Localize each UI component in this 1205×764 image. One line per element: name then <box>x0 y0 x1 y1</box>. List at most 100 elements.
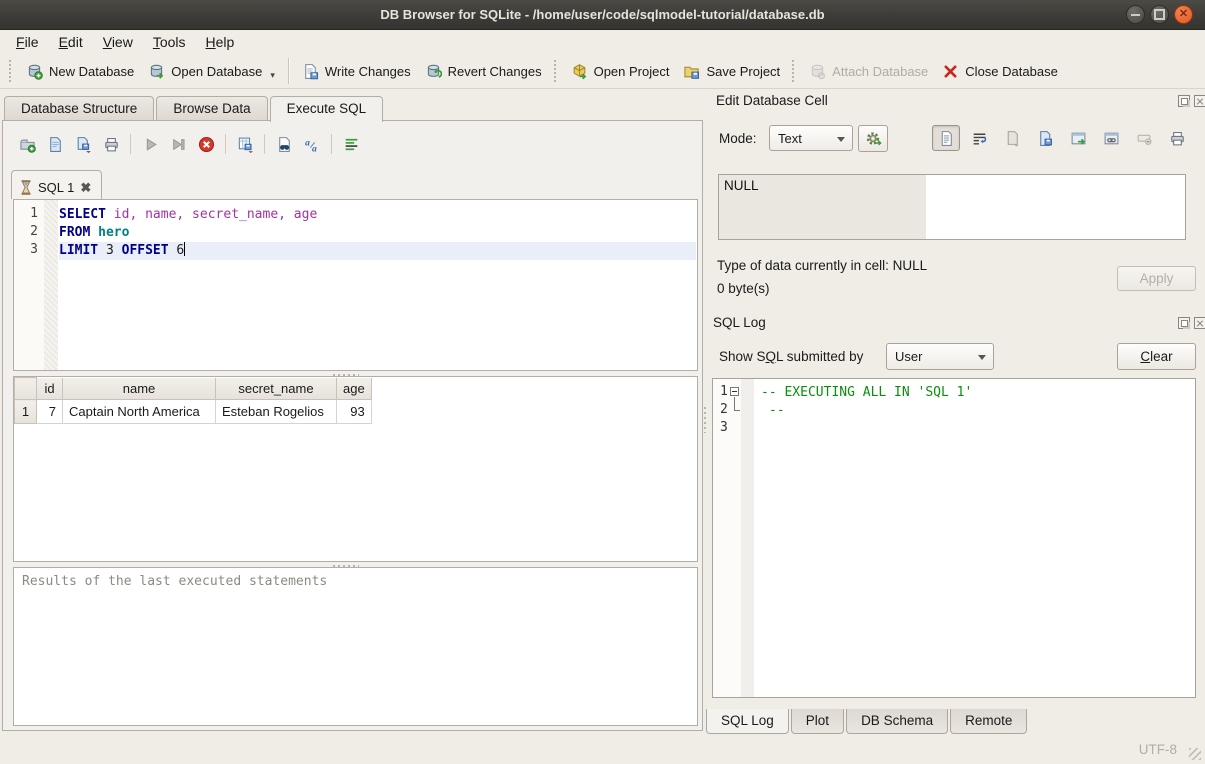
tab-execute-sql[interactable]: Execute SQL <box>270 96 384 122</box>
cell-value-editor[interactable]: NULL <box>718 174 1186 240</box>
mode-select[interactable]: Text <box>769 125 853 151</box>
word-wrap-icon <box>971 130 988 147</box>
open-database-icon <box>148 63 165 80</box>
dock-tab-bar: SQL Log Plot DB Schema Remote <box>706 709 1029 734</box>
float-dock-icon[interactable] <box>1178 317 1190 329</box>
column-header-id[interactable]: id <box>37 378 63 400</box>
code-line-2: FROM hero <box>59 224 696 242</box>
save-project-label: Save Project <box>706 64 780 79</box>
open-database-button[interactable]: Open Database ▾ <box>141 59 282 84</box>
fold-collapse-icon[interactable] <box>730 387 739 396</box>
save-project-button[interactable]: Save Project <box>676 59 787 84</box>
stop-execution-button[interactable] <box>194 132 218 156</box>
column-header-secret-name[interactable]: secret_name <box>216 378 337 400</box>
save-results-icon <box>237 136 254 153</box>
auto-format-button[interactable]: a a <box>300 132 324 156</box>
menu-help[interactable]: Help <box>196 31 245 53</box>
open-sql-file-button[interactable] <box>43 132 67 156</box>
toolbar-separator <box>130 134 131 154</box>
revert-changes-icon <box>425 63 442 80</box>
cell-name[interactable]: Captain North America <box>63 400 216 424</box>
close-dock-icon[interactable] <box>1194 95 1205 107</box>
table-row[interactable]: 1 7 Captain North America Esteban Rogeli… <box>15 400 372 424</box>
minimize-button[interactable] <box>1126 5 1145 24</box>
menu-tools[interactable]: Tools <box>143 31 196 53</box>
text-mode-button[interactable] <box>932 125 960 151</box>
open-external-icon <box>1070 130 1087 147</box>
print-cell-button[interactable] <box>1163 125 1191 151</box>
cell-secret-name[interactable]: Esteban Rogelios <box>216 400 337 424</box>
write-changes-label: Write Changes <box>325 64 411 79</box>
panel-splitter[interactable] <box>702 407 707 433</box>
revert-changes-button[interactable]: Revert Changes <box>418 59 549 84</box>
close-database-button[interactable]: Close Database <box>935 59 1065 84</box>
clear-log-button[interactable]: Clear <box>1117 343 1196 370</box>
tab-database-structure[interactable]: Database Structure <box>4 96 154 121</box>
word-wrap-button[interactable] <box>965 125 993 151</box>
row-header[interactable]: 1 <box>15 400 37 424</box>
toggle-block-comment-button[interactable] <box>339 132 363 156</box>
cell-age[interactable]: 93 <box>337 400 372 424</box>
new-database-label: New Database <box>49 64 134 79</box>
export-data-button[interactable] <box>1031 125 1059 151</box>
find-replace-button[interactable] <box>272 132 296 156</box>
dock-tab-plot[interactable]: Plot <box>791 709 844 734</box>
new-sql-tab-button[interactable] <box>15 132 39 156</box>
sql-1-tab[interactable]: SQL 1 ✖ <box>11 170 102 199</box>
results-placeholder-text: Results of the last executed statements <box>22 574 327 589</box>
menu-file[interactable]: File <box>6 31 49 53</box>
float-dock-icon[interactable] <box>1178 95 1190 107</box>
open-in-external-button[interactable] <box>1064 125 1092 151</box>
line-number: 1 <box>14 206 38 221</box>
log-filter-select[interactable]: User <box>886 343 994 370</box>
close-button[interactable] <box>1174 5 1193 24</box>
fold-tree-line <box>734 410 740 411</box>
menu-view[interactable]: View <box>93 31 143 53</box>
close-dock-icon[interactable] <box>1194 317 1205 329</box>
results-message-pane[interactable]: Results of the last executed statements <box>13 567 698 726</box>
cell-type-info: Type of data currently in cell: NULL <box>717 258 927 273</box>
sql-keyword: FROM <box>59 225 90 240</box>
sql-log-view[interactable]: 1 2 3 -- EXECUTING ALL IN 'SQL 1' -- <box>712 378 1196 698</box>
stop-icon <box>198 136 215 153</box>
close-database-label: Close Database <box>965 64 1058 79</box>
window-title: DB Browser for SQLite - /home/user/code/… <box>380 7 824 22</box>
toolbar-grip[interactable] <box>792 60 797 82</box>
menu-edit[interactable]: Edit <box>49 31 93 53</box>
maximize-button[interactable] <box>1150 5 1169 24</box>
set-null-icon <box>1136 130 1153 147</box>
save-results-button[interactable] <box>233 132 257 156</box>
dock-tab-sql-log[interactable]: SQL Log <box>706 709 789 734</box>
tab-browse-data[interactable]: Browse Data <box>156 96 267 121</box>
resize-grip[interactable] <box>1189 748 1201 760</box>
open-database-label: Open Database <box>171 64 262 79</box>
revert-changes-label: Revert Changes <box>448 64 542 79</box>
print-sql-button[interactable] <box>99 132 123 156</box>
open-project-button[interactable]: Open Project <box>564 59 677 84</box>
sql-code-editor[interactable]: 1 2 3 SELECT id, name, secret_name, age … <box>13 199 698 371</box>
copy-link-button[interactable] <box>1097 125 1125 151</box>
column-header-name[interactable]: name <box>63 378 216 400</box>
export-icon <box>1037 130 1054 147</box>
toolbar-grip[interactable] <box>554 60 559 82</box>
auto-apply-button[interactable] <box>858 125 888 152</box>
new-database-icon <box>26 63 43 80</box>
close-tab-icon[interactable]: ✖ <box>80 180 91 196</box>
edit-cell-toolbar <box>932 125 1191 151</box>
sql-number: 3 <box>98 243 121 258</box>
write-changes-button[interactable]: Write Changes <box>295 59 418 84</box>
cell-id[interactable]: 7 <box>37 400 63 424</box>
titlebar[interactable]: DB Browser for SQLite - /home/user/code/… <box>0 0 1205 30</box>
table-header-row: id name secret_name age <box>15 378 372 400</box>
save-sql-file-button[interactable] <box>71 132 95 156</box>
results-grid[interactable]: id name secret_name age 1 7 Captain Nort… <box>13 376 698 562</box>
new-database-button[interactable]: New Database <box>19 59 141 84</box>
open-database-dropdown-icon[interactable]: ▾ <box>270 70 275 81</box>
dock-tab-db-schema[interactable]: DB Schema <box>846 709 948 734</box>
corner-header[interactable] <box>15 378 37 400</box>
log-filter-value: User <box>895 349 922 364</box>
log-filter-label: Show SQL submitted by <box>719 349 863 364</box>
toolbar-grip[interactable] <box>9 60 14 82</box>
dock-tab-remote[interactable]: Remote <box>950 709 1027 734</box>
column-header-age[interactable]: age <box>337 378 372 400</box>
